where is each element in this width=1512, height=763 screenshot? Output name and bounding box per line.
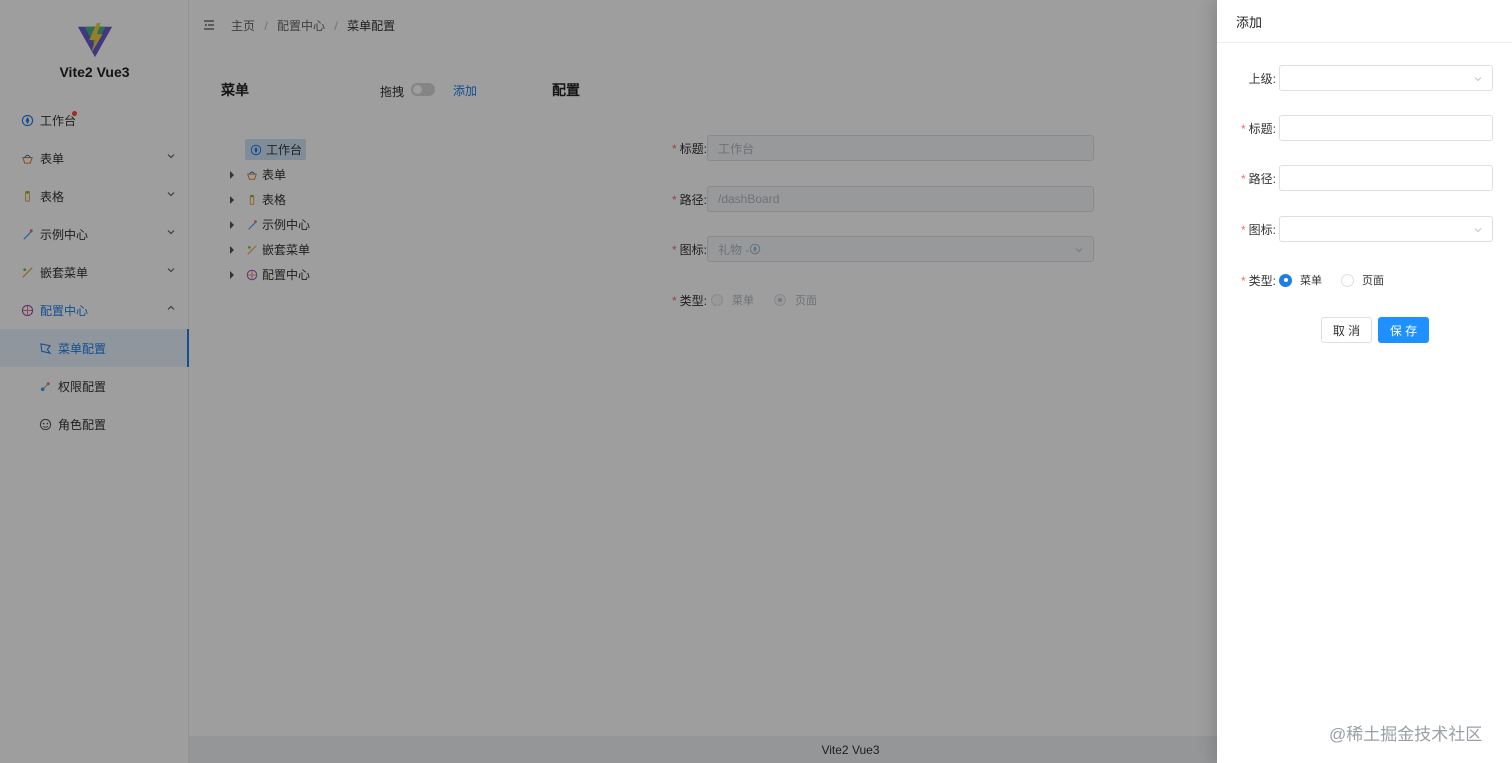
drawer-type-radio-page[interactable]: 页面 [1341,272,1384,288]
drawer-parent-select[interactable] [1279,65,1493,91]
drawer-title: 添加 [1217,0,1512,43]
drawer-type-label: * 类型: [1240,273,1276,288]
drawer-parent-row: 上级: [1217,65,1493,91]
radio-circle-checked [1279,273,1292,287]
chevron-down-icon [1474,77,1482,82]
add-menu-drawer: 添加 上级: * 标题: * 路径: * 图标: * 类型: 菜单 页面 取 消 保 存… [1217,0,1512,763]
drawer-overlay[interactable] [0,0,1217,763]
cancel-button[interactable]: 取 消 [1321,317,1372,343]
drawer-icon-label: * 图标: [1240,222,1276,237]
drawer-title-row: * 标题: [1217,115,1493,141]
drawer-path-input[interactable] [1279,165,1493,191]
drawer-path-row: * 路径: [1217,165,1493,191]
chevron-down-icon [1474,228,1482,233]
drawer-title-label: * 标题: [1240,121,1276,136]
save-button[interactable]: 保 存 [1378,317,1429,343]
drawer-title-input[interactable] [1279,115,1493,141]
radio-circle [1341,273,1354,287]
drawer-type-radio-menu[interactable]: 菜单 [1279,272,1322,288]
watermark: @稀土掘金技术社区 [1329,725,1483,744]
drawer-path-label: * 路径: [1240,171,1276,186]
drawer-type-row: * 类型: 菜单 页面 [1217,267,1400,293]
drawer-icon-row: * 图标: [1217,216,1493,242]
drawer-parent-label: 上级: [1248,71,1276,86]
drawer-icon-select[interactable] [1279,216,1493,242]
